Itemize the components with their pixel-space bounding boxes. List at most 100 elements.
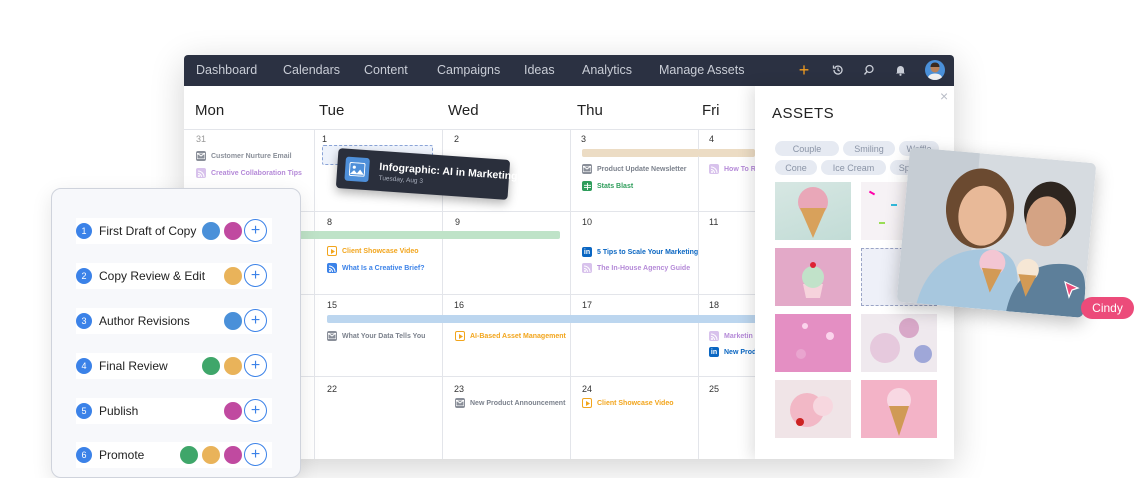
event-label: AI-Based Asset Management <box>470 332 566 340</box>
day-header-wed: Wed <box>448 102 479 119</box>
calendar-event[interactable]: The In-House Agency Guide <box>582 263 690 273</box>
avatar <box>222 400 244 422</box>
avatar <box>222 265 244 287</box>
email-icon <box>582 164 592 174</box>
calendar-event[interactable]: AI-Based Asset Management <box>455 331 566 341</box>
linkedin-icon: in <box>582 247 592 257</box>
calendar-event[interactable]: in New Prod <box>709 347 756 357</box>
calendar-event[interactable]: in 5 Tips to Scale Your Marketing <box>582 247 698 257</box>
workflow-step[interactable]: 2 Copy Review & Edit + <box>76 263 272 289</box>
avatar <box>200 220 222 242</box>
workflow-step[interactable]: 5 Publish + <box>76 398 272 424</box>
add-assignee-button[interactable]: + <box>244 354 267 377</box>
campaign-bar[interactable] <box>327 315 757 323</box>
date-cell: 24 <box>582 384 593 394</box>
collaborator-cursor-label: Cindy <box>1081 297 1134 319</box>
step-label: Copy Review & Edit <box>99 269 206 283</box>
event-label: How To R <box>724 165 756 173</box>
calendar-event[interactable]: Customer Nurture Email <box>196 151 292 161</box>
calendar-event[interactable]: What Is a Creative Brief? <box>327 263 424 273</box>
avatar <box>222 444 244 466</box>
step-label: Author Revisions <box>99 314 190 328</box>
search-icon[interactable] <box>861 62 877 78</box>
add-assignee-button[interactable]: + <box>244 443 267 466</box>
date-cell: 8 <box>327 217 333 227</box>
calendar-event[interactable]: Client Showcase Video <box>327 246 419 256</box>
workflow-step[interactable]: 6 Promote + <box>76 442 272 468</box>
calendar-event[interactable]: Client Showcase Video <box>582 398 674 408</box>
event-label: 5 Tips to Scale Your Marketing <box>597 248 699 256</box>
calendar-event[interactable]: New Product Announcement <box>455 398 565 408</box>
rss-icon <box>196 168 206 178</box>
calendar-event[interactable]: Stats Blast <box>582 181 633 191</box>
workflow-step[interactable]: 1 First Draft of Copy + <box>76 218 272 244</box>
tag-ice-cream[interactable]: Ice Cream <box>821 160 886 175</box>
nav-analytics[interactable]: Analytics <box>582 63 632 77</box>
event-label: New Product Announcement <box>470 399 566 407</box>
date-cell: 15 <box>327 300 338 310</box>
date-cell: 1 <box>322 134 328 144</box>
nav-campaigns[interactable]: Campaigns <box>437 63 500 77</box>
rss-icon <box>709 331 719 341</box>
step-number: 6 <box>76 447 92 463</box>
linkedin-icon: in <box>709 347 719 357</box>
nav-ideas[interactable]: Ideas <box>524 63 555 77</box>
day-header-mon: Mon <box>195 102 225 119</box>
avatar[interactable] <box>925 60 945 80</box>
date-cell: 11 <box>709 217 719 227</box>
campaign-bar[interactable] <box>698 149 755 157</box>
avatar <box>178 444 200 466</box>
plus-icon[interactable]: + <box>796 60 812 80</box>
spreadsheet-icon <box>582 181 592 191</box>
email-icon <box>327 331 337 341</box>
add-assignee-button[interactable]: + <box>244 264 267 287</box>
step-number: 3 <box>76 313 92 329</box>
calendar-event[interactable]: How To R <box>709 164 756 174</box>
close-icon[interactable]: × <box>940 88 948 104</box>
calendar-event[interactable]: Marketin <box>709 331 753 341</box>
tag-couple[interactable]: Couple <box>775 141 839 156</box>
event-label: The In-House Agency Guide <box>597 264 691 272</box>
asset-thumbnail[interactable] <box>775 314 851 372</box>
day-header-fri: Fri <box>702 102 720 119</box>
rss-icon <box>327 263 337 273</box>
nav-dashboard[interactable]: Dashboard <box>196 63 257 77</box>
tag-cone[interactable]: Cone <box>775 160 817 175</box>
calendar-event[interactable]: What Your Data Tells You <box>327 331 425 341</box>
image-icon <box>344 156 370 183</box>
nav-content[interactable]: Content <box>364 63 408 77</box>
event-label: Customer Nurture Email <box>211 152 292 160</box>
step-label: Promote <box>99 448 145 462</box>
add-assignee-button[interactable]: + <box>244 309 267 332</box>
add-assignee-button[interactable]: + <box>244 399 267 422</box>
calendar-event[interactable]: Product Update Newsletter <box>582 164 686 174</box>
asset-thumbnail[interactable] <box>861 380 937 438</box>
avatar <box>200 355 222 377</box>
add-assignee-button[interactable]: + <box>244 219 267 242</box>
video-icon <box>455 331 465 341</box>
event-label: Client Showcase Video <box>597 399 674 407</box>
step-number: 1 <box>76 223 92 239</box>
asset-thumbnail[interactable] <box>861 314 937 372</box>
history-icon[interactable] <box>830 62 846 78</box>
video-icon <box>327 246 337 256</box>
event-label: Marketin <box>724 332 753 340</box>
step-label: Final Review <box>99 359 168 373</box>
step-number: 2 <box>76 268 92 284</box>
bell-icon[interactable] <box>892 62 908 78</box>
tag-smiling[interactable]: Smiling <box>843 141 895 156</box>
step-label: Publish <box>99 404 139 418</box>
workflow-step[interactable]: 4 Final Review + <box>76 353 272 379</box>
workflow-step[interactable]: 3 Author Revisions + <box>76 308 272 334</box>
event-label: What Your Data Tells You <box>342 332 426 340</box>
nav-calendars[interactable]: Calendars <box>283 63 340 77</box>
day-header-tue: Tue <box>319 102 345 119</box>
nav-manage-assets[interactable]: Manage Assets <box>659 63 744 77</box>
asset-thumbnail[interactable] <box>775 182 851 240</box>
campaign-bar[interactable] <box>582 149 698 157</box>
asset-thumbnail[interactable] <box>775 248 851 306</box>
event-label: Stats Blast <box>597 182 634 190</box>
calendar-event[interactable]: Creative Collaboration Tips <box>196 168 302 178</box>
asset-thumbnail[interactable] <box>775 380 851 438</box>
email-icon <box>196 151 206 161</box>
